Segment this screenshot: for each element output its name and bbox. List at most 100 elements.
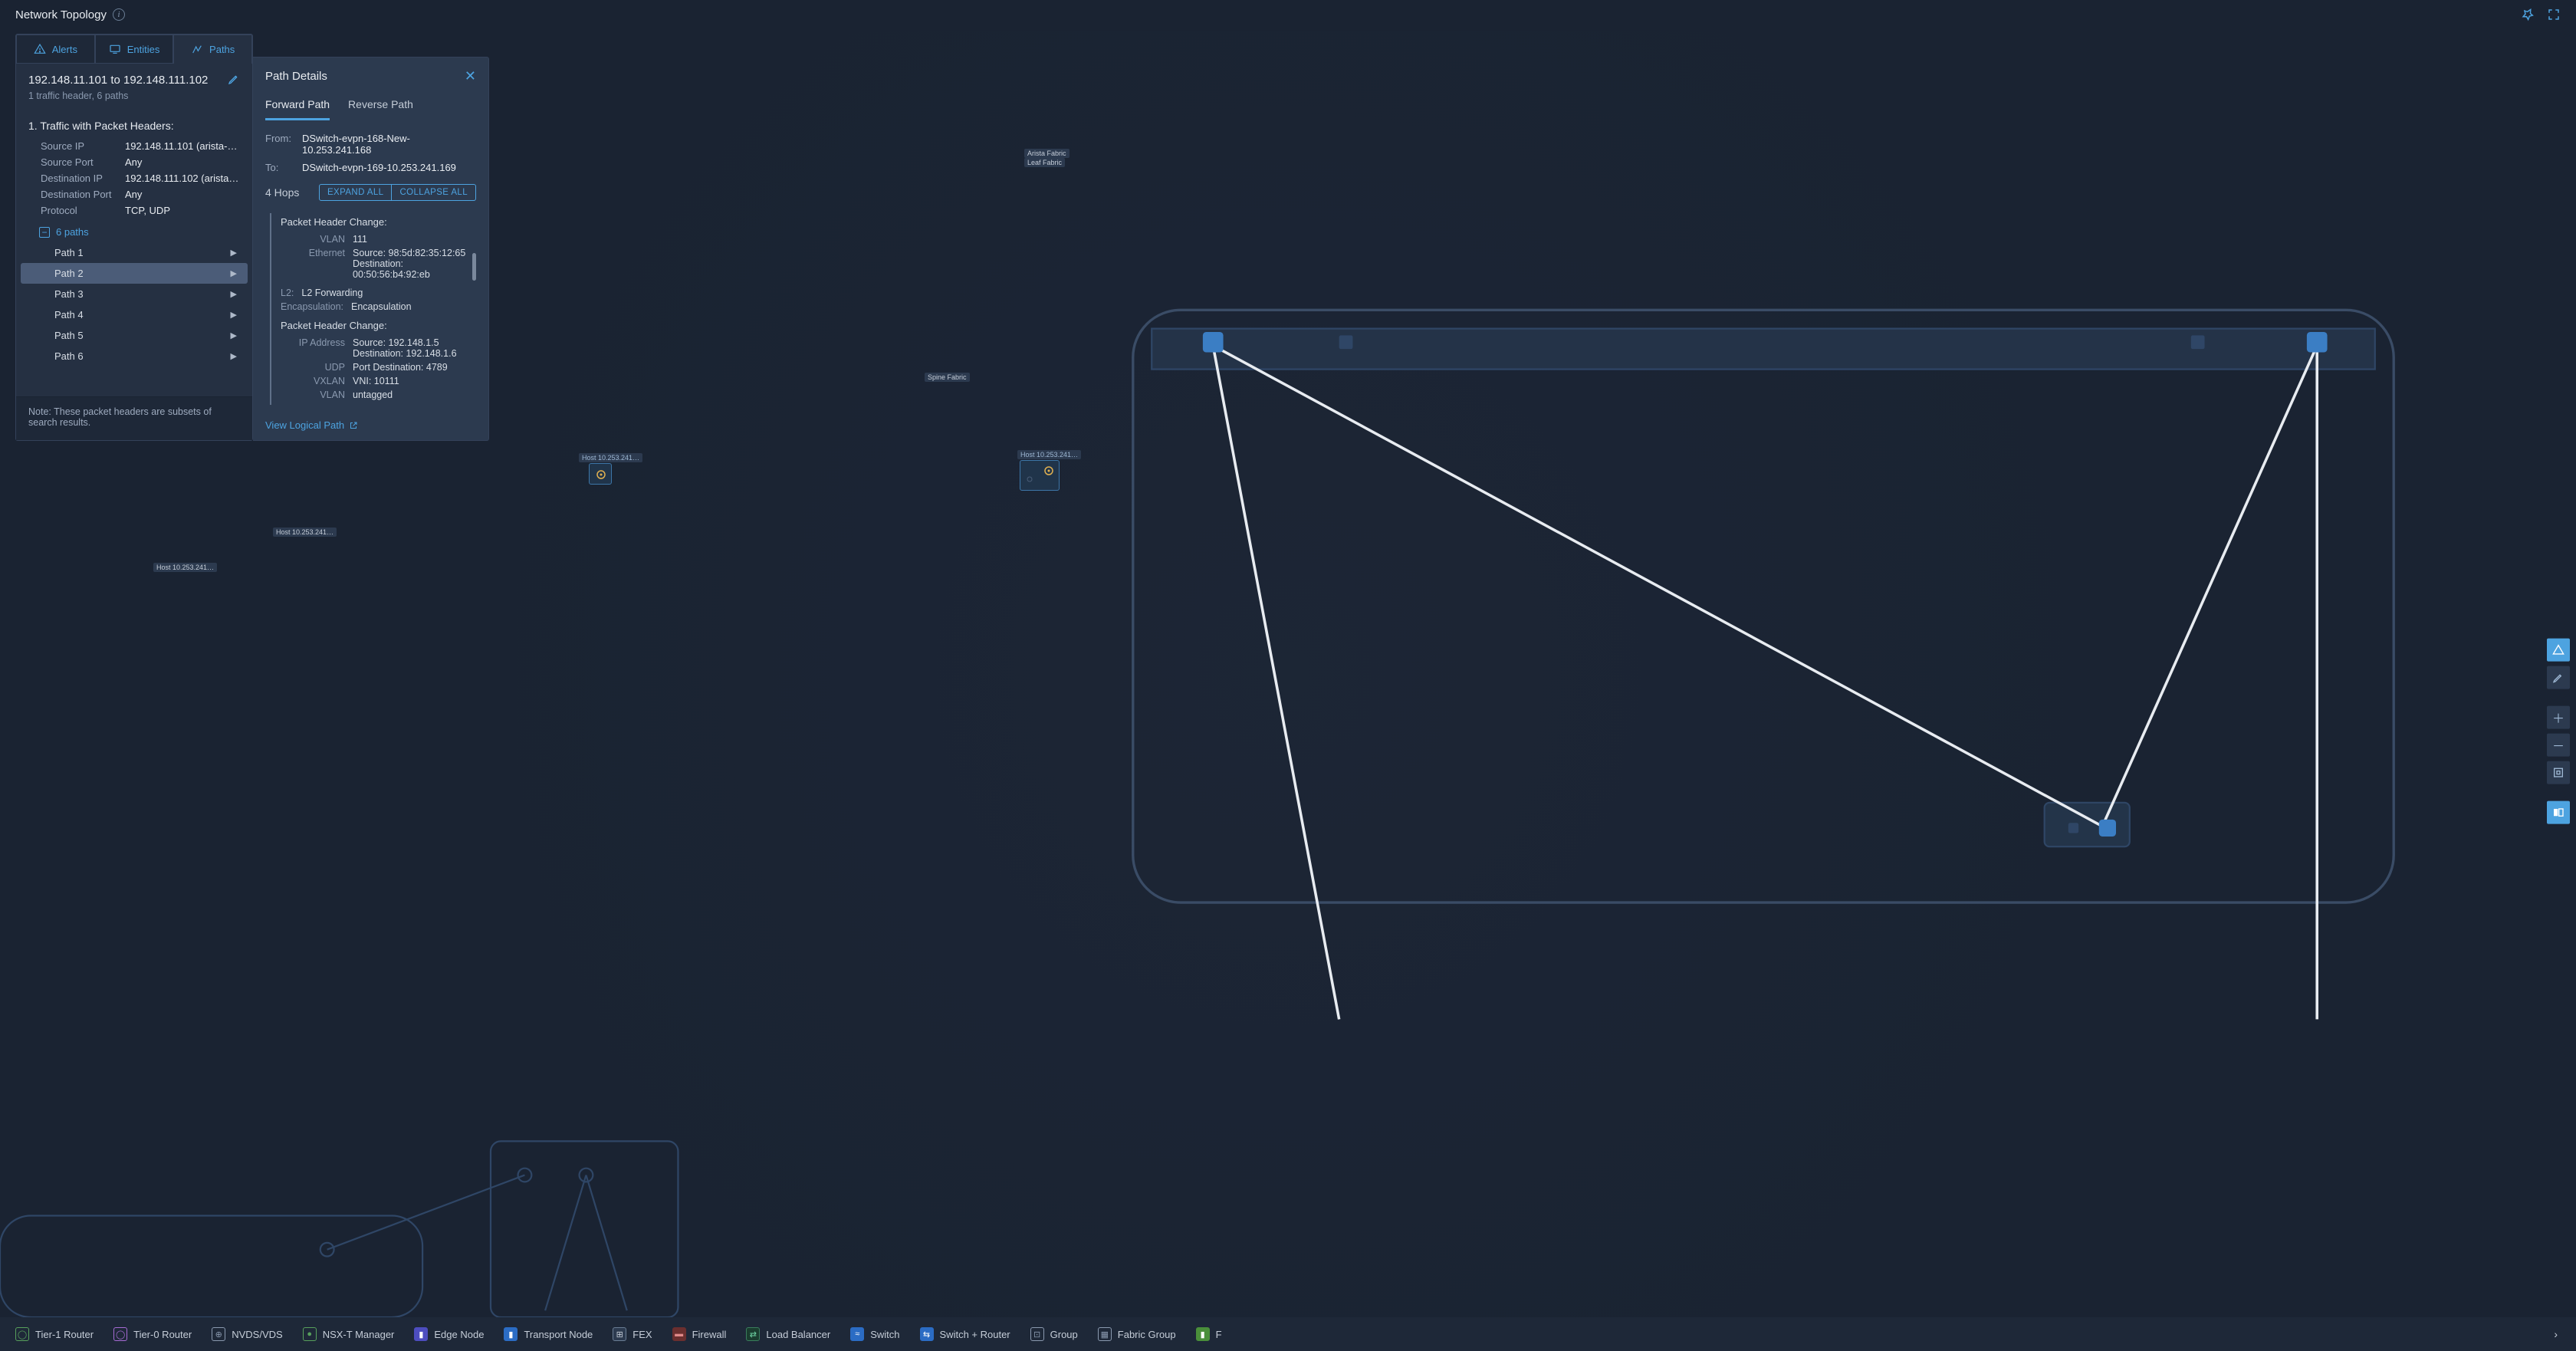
- legend-icon: ▦: [1098, 1327, 1112, 1341]
- zoom-in-icon[interactable]: ＋: [2547, 706, 2570, 729]
- kv-val: Any: [125, 189, 240, 200]
- kv-key: L2:: [281, 288, 294, 298]
- legend-item[interactable]: ⇄Load Balancer: [746, 1327, 830, 1341]
- from-value: DSwitch-evpn-168-New-10.253.241.168: [302, 133, 476, 156]
- query-subtitle: 1 traffic header, 6 paths: [16, 89, 252, 109]
- change-title: Packet Header Change:: [281, 320, 476, 331]
- note-text: Note: These packet headers are subsets o…: [16, 396, 252, 440]
- info-icon[interactable]: i: [113, 8, 125, 21]
- kv-val: Destination: 192.148.1.6: [353, 348, 476, 359]
- edit-icon[interactable]: [228, 73, 240, 87]
- legend-icon: ◯: [15, 1327, 29, 1341]
- paths-count-label: 6 paths: [56, 226, 89, 238]
- legend-icon: ●: [303, 1327, 317, 1341]
- tab-reverse-path[interactable]: Reverse Path: [348, 94, 413, 120]
- collapse-all-button[interactable]: COLLAPSE ALL: [392, 184, 476, 201]
- fabric-label: Leaf Fabric: [1024, 158, 1065, 167]
- host-label: Host 10.253.241…: [273, 528, 337, 537]
- legend-icon: ⊞: [613, 1327, 626, 1341]
- close-icon[interactable]: ✕: [465, 68, 476, 84]
- tab-paths[interactable]: Paths: [173, 35, 252, 64]
- legend-icon: ⊕: [212, 1327, 225, 1341]
- legend-item[interactable]: ▬Firewall: [672, 1327, 727, 1341]
- tab-entities[interactable]: Entities: [95, 35, 174, 64]
- kv-key: Destination Port: [41, 189, 125, 200]
- kv-key: Protocol: [41, 205, 125, 216]
- path-item[interactable]: Path 2▶: [21, 263, 248, 284]
- path-item[interactable]: Path 6▶: [21, 346, 248, 367]
- fit-screen-icon[interactable]: [2547, 761, 2570, 784]
- from-label: From:: [265, 133, 296, 156]
- host-label: Host 10.253.241…: [579, 453, 642, 462]
- legend-scroll-right-icon[interactable]: ›: [2551, 1328, 2561, 1340]
- l2-forwarding-link[interactable]: L2 Forwarding: [301, 288, 476, 298]
- fabric-label: Arista Fabric: [1024, 149, 1070, 158]
- legend-item[interactable]: ⊡Group: [1030, 1327, 1078, 1341]
- kv-key: Source Port: [41, 156, 125, 168]
- tab-forward-path[interactable]: Forward Path: [265, 94, 330, 120]
- legend-icon: ▮: [1196, 1327, 1210, 1341]
- legend-icon: ▮: [414, 1327, 428, 1341]
- path-item[interactable]: Path 5▶: [21, 325, 248, 346]
- kv-key: VLAN: [281, 390, 345, 400]
- change-title: Packet Header Change:: [281, 216, 476, 228]
- legend-item[interactable]: ≈Switch: [850, 1327, 899, 1341]
- path-details-title: Path Details: [265, 70, 327, 83]
- edit-tool-icon[interactable]: [2547, 666, 2570, 689]
- path-item[interactable]: Path 3▶: [21, 284, 248, 304]
- paths-toggle[interactable]: − 6 paths: [16, 219, 252, 242]
- legend-icon: ▬: [672, 1327, 686, 1341]
- legend-item[interactable]: ◯Tier-0 Router: [113, 1327, 192, 1341]
- view-logical-label: View Logical Path: [265, 419, 344, 431]
- kv-val: Source: 98:5d:82:35:12:65: [353, 248, 476, 258]
- legend-item[interactable]: ⊕NVDS/VDS: [212, 1327, 282, 1341]
- fullscreen-icon[interactable]: [2547, 8, 2561, 21]
- kv-key: IP Address: [281, 337, 345, 359]
- external-link-icon: [349, 421, 358, 430]
- path-details-panel: Path Details ✕ Forward Path Reverse Path…: [253, 57, 489, 441]
- paths-panel: Alerts Entities Paths 192.148.11.101 to …: [15, 34, 253, 441]
- legend-icon: ⇄: [746, 1327, 760, 1341]
- pin-icon[interactable]: [2521, 8, 2535, 21]
- view-logical-path-link[interactable]: View Logical Path: [265, 419, 358, 431]
- kv-val: 192.148.111.102 (arista-vm…: [125, 173, 240, 184]
- to-value: DSwitch-evpn-169-10.253.241.169: [302, 162, 456, 173]
- kv-val: TCP, UDP: [125, 205, 240, 216]
- kv-val: 111: [353, 234, 476, 245]
- minimap-toggle-icon[interactable]: [2547, 801, 2570, 824]
- path-item[interactable]: Path 1▶: [21, 242, 248, 263]
- tab-alerts[interactable]: Alerts: [16, 35, 95, 64]
- kv-val: Port Destination: 4789: [353, 362, 476, 373]
- legend-item[interactable]: ▮Edge Node: [414, 1327, 484, 1341]
- legend-item[interactable]: ⇆Switch + Router: [920, 1327, 1010, 1341]
- kv-key: Source IP: [41, 140, 125, 152]
- legend-icon: ⇆: [920, 1327, 934, 1341]
- expand-all-button[interactable]: EXPAND ALL: [319, 184, 392, 201]
- legend-item[interactable]: ⊞FEX: [613, 1327, 652, 1341]
- query-title: 192.148.11.101 to 192.148.111.102: [28, 74, 208, 87]
- alerts-tool-icon[interactable]: [2547, 639, 2570, 662]
- page-title: Network Topology: [15, 8, 107, 21]
- kv-val: Any: [125, 156, 240, 168]
- host-node[interactable]: Host 10.253.241…: [1020, 460, 1060, 491]
- kv-val: untagged: [353, 390, 476, 400]
- traffic-heading: 1. Traffic with Packet Headers:: [16, 109, 252, 138]
- legend-bar: ◯Tier-1 Router ◯Tier-0 Router ⊕NVDS/VDS ●NS…: [0, 1317, 2576, 1351]
- zoom-out-icon[interactable]: －: [2547, 734, 2570, 757]
- legend-item[interactable]: ◯Tier-1 Router: [15, 1327, 94, 1341]
- tab-alerts-label: Alerts: [52, 44, 77, 55]
- path-item[interactable]: Path 4▶: [21, 304, 248, 325]
- to-label: To:: [265, 162, 296, 173]
- fabric-label: Spine Fabric: [925, 373, 970, 382]
- tab-paths-label: Paths: [209, 44, 235, 55]
- kv-key: VXLAN: [281, 376, 345, 386]
- legend-item[interactable]: ▮F: [1196, 1327, 1222, 1341]
- legend-icon: ≈: [850, 1327, 864, 1341]
- encapsulation-link[interactable]: Encapsulation: [351, 301, 476, 312]
- legend-item[interactable]: ●NSX-T Manager: [303, 1327, 395, 1341]
- kv-val: 192.148.11.101 (arista-vm1-…: [125, 140, 240, 152]
- hops-count: 4 Hops: [265, 186, 299, 199]
- legend-item[interactable]: ▮Transport Node: [504, 1327, 593, 1341]
- legend-item[interactable]: ▦Fabric Group: [1098, 1327, 1176, 1341]
- host-node[interactable]: Host 10.253.241…: [589, 463, 612, 485]
